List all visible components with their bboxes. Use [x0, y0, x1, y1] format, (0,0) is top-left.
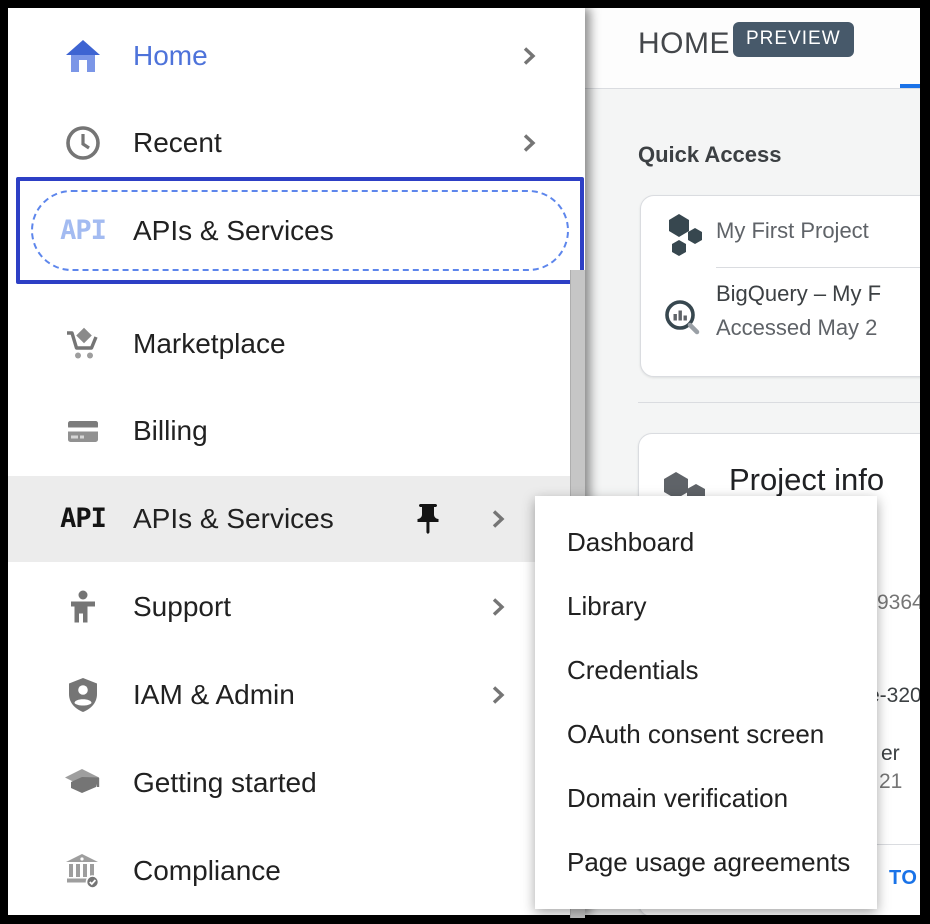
support-person-icon — [63, 587, 103, 627]
project-hexagons-icon — [663, 212, 707, 256]
clock-icon — [63, 123, 103, 163]
go-to-link-fragment[interactable]: TO — [889, 867, 917, 890]
submenu-item-domain-verification[interactable]: Domain verification — [535, 766, 877, 830]
preview-badge: PREVIEW — [733, 22, 854, 57]
divider — [638, 402, 920, 403]
sidebar-item-recent[interactable]: Recent — [8, 111, 585, 175]
sidebar-item-label: Marketplace — [133, 312, 286, 376]
submenu-item-library[interactable]: Library — [535, 574, 877, 638]
sidebar-item-support[interactable]: Support — [8, 575, 585, 639]
billing-card-icon — [63, 411, 103, 451]
sidebar-item-iam-admin[interactable]: IAM & Admin — [8, 663, 585, 727]
sidebar-item-getting-started[interactable]: Getting started — [8, 751, 585, 815]
keyboard-focus-ring — [16, 177, 584, 284]
focus-dashed-outline — [31, 190, 569, 271]
page-title: HOME — [638, 27, 730, 61]
apis-services-submenu: Dashboard Library Credentials OAuth cons… — [535, 496, 877, 909]
sidebar-item-apis-services[interactable]: API APIs & Services — [8, 487, 585, 551]
bigquery-icon — [661, 296, 705, 340]
submenu-item-oauth-consent-screen[interactable]: OAuth consent screen — [535, 702, 877, 766]
sidebar-item-label: APIs & Services — [133, 487, 334, 551]
sidebar-item-label: IAM & Admin — [133, 663, 295, 727]
chevron-right-icon — [487, 684, 509, 706]
compliance-bank-icon — [63, 851, 103, 891]
quick-access-heading: Quick Access — [638, 142, 782, 168]
chevron-right-icon — [518, 45, 540, 67]
divider — [716, 267, 920, 268]
pin-icon[interactable] — [410, 501, 446, 537]
sidebar-item-label: Billing — [133, 399, 208, 463]
chevron-right-icon — [518, 132, 540, 154]
quick-access-bigquery-row[interactable]: BigQuery – My F — [716, 281, 881, 307]
project-number-fragment: 9364 — [877, 591, 920, 615]
navigation-sidebar: Home Recent API APIs & Services Marketpl… — [8, 8, 585, 915]
sidebar-item-label: Compliance — [133, 839, 281, 903]
graduation-cap-icon — [63, 763, 103, 803]
bigquery-accessed-date: Accessed May 2 — [716, 315, 877, 341]
active-tab-indicator — [900, 84, 920, 88]
submenu-item-page-usage-agreements[interactable]: Page usage agreements — [535, 830, 877, 894]
main-header: HOME PREVIEW — [585, 8, 920, 89]
sidebar-item-label: Recent — [133, 111, 222, 175]
marketplace-cart-icon — [63, 324, 103, 364]
quick-access-card: My First Project BigQuery – My F Accesse… — [640, 195, 920, 377]
text-fragment-21: 21 — [879, 770, 902, 794]
sidebar-item-label: Support — [133, 575, 231, 639]
sidebar-item-compliance[interactable]: Compliance — [8, 839, 585, 903]
chevron-right-icon — [487, 508, 509, 530]
sidebar-item-home[interactable]: Home — [8, 24, 585, 88]
sidebar-item-billing[interactable]: Billing — [8, 399, 585, 463]
submenu-item-dashboard[interactable]: Dashboard — [535, 510, 877, 574]
api-icon: API — [59, 499, 107, 539]
project-info-title: Project info — [729, 462, 884, 498]
quick-access-project-row[interactable]: My First Project — [716, 218, 869, 244]
sidebar-item-marketplace[interactable]: Marketplace — [8, 312, 585, 376]
submenu-item-credentials[interactable]: Credentials — [535, 638, 877, 702]
sidebar-item-label: Getting started — [133, 751, 317, 815]
sidebar-item-label: Home — [133, 24, 208, 88]
home-icon — [63, 36, 103, 76]
text-fragment-er: er — [881, 742, 900, 766]
iam-shield-person-icon — [63, 675, 103, 715]
chevron-right-icon — [487, 596, 509, 618]
